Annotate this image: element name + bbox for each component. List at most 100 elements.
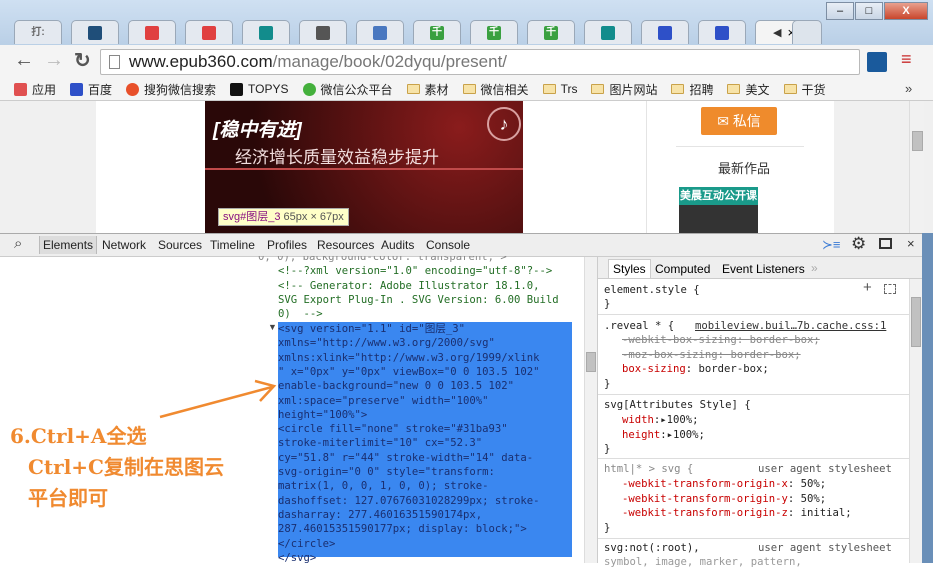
css-property[interactable]: width:▸100%; [622,413,699,428]
reveal-rule-source-link[interactable]: mobileview.buil…7b.cache.css:1 [695,319,886,334]
tab-timeline[interactable]: Timeline [210,238,255,252]
bookmark-3[interactable]: TOPYS [230,82,289,96]
element-state-icon[interactable] [884,284,896,294]
browser-tab[interactable]: 千 [470,20,518,44]
tab-resources[interactable]: Resources [317,238,374,252]
dom-selected-line[interactable]: enable-background="new 0 0 103.5 102" [278,379,514,393]
close-devtools-icon[interactable]: × [907,236,915,251]
page-scrollbar[interactable] [909,101,924,233]
bookmark-0[interactable]: 应用 [14,81,56,98]
dom-selected-line[interactable]: xmlns="http://www.w3.org/2000/svg" [278,336,495,350]
styles-pane: Styles Computed Event Listeners » elemen… [598,257,922,568]
element-style-rule[interactable]: element.style { [604,283,700,298]
browser-tab[interactable] [128,20,176,44]
address-bar[interactable]: www.epub360.com/manage/book/02dyqu/prese… [100,49,860,75]
close-window-button[interactable]: X [884,2,928,20]
tab-elements[interactable]: Elements [39,236,98,254]
private-message-button[interactable]: ✉ 私信 [701,107,777,135]
browser-tab[interactable] [185,20,233,44]
bookmark-2[interactable]: 搜狗微信搜索 [126,81,216,98]
browser-tab[interactable] [584,20,632,44]
reload-icon[interactable]: ↻ [74,48,91,73]
tab-sources[interactable]: Sources [158,238,202,252]
qian-icon: 千 [544,25,558,40]
css-property-name: -webkit-transform-origin-y [622,492,788,505]
dom-selected-line[interactable]: stroke-miterlimit="10" cx="52.3" [278,436,482,450]
dock-icon[interactable] [879,238,892,249]
dom-selected-line[interactable]: dasharray: 277.46016351590174px, [278,508,482,522]
gear-icon[interactable]: ⚙ [851,234,866,254]
browser-tab[interactable]: 打: [14,20,62,44]
svg-not-root-selector-cont: symbol, image, marker, pattern, [604,556,802,568]
dom-selected-line[interactable]: xmlns:xlink="http://www.w3.org/1999/xlin… [278,351,540,365]
css-property[interactable]: -webkit-transform-origin-y: 50%; [622,492,826,507]
search-icon[interactable]: ⌕ [14,235,22,252]
bing-icon [601,25,615,40]
bookmark-10[interactable]: 美文 [727,81,770,98]
tab-strip: 打:千千千◀× – □ X [0,0,933,46]
css-property[interactable]: -webkit-transform-origin-z: initial; [622,506,852,521]
bookmark-label: 微信公众平台 [320,82,393,97]
tab-network[interactable]: Network [102,238,146,252]
extension-icon[interactable] [867,52,887,72]
maximize-button[interactable]: □ [855,2,883,20]
dom-selected-line[interactable]: xml:space="preserve" width="100%" [278,394,488,408]
dom-selected-line[interactable]: matrix(1, 0, 0, 1, 0, 0); stroke- [278,479,488,493]
forward-icon[interactable]: → [44,49,64,72]
tab-styles[interactable]: Styles [608,259,651,278]
browser-tab[interactable] [71,20,119,44]
tab-computed[interactable]: Computed [655,262,710,276]
menu-icon[interactable]: ≡ [901,49,912,70]
tab-audits[interactable]: Audits [381,238,414,252]
dom-selected-line[interactable]: <svg version="1.1" id="图层_3" [278,322,465,336]
dom-selected-line[interactable]: </circle> [278,537,335,551]
css-property[interactable]: -webkit-transform-origin-x: 50%; [622,477,826,492]
expand-triangle-icon[interactable]: ▼ [268,322,277,332]
reveal-rule-selector[interactable]: .reveal * { [604,319,674,334]
css-property[interactable]: height:▸100%; [622,428,705,443]
bookmark-1[interactable]: 百度 [70,81,112,98]
elements-scrollbar[interactable] [584,257,597,563]
minimize-button[interactable]: – [826,2,854,20]
browser-tab[interactable] [356,20,404,44]
css-property[interactable]: -moz-box-sizing: border-box; [622,348,801,363]
browser-tab[interactable] [299,20,347,44]
browser-tab[interactable]: 千 [413,20,461,44]
rule-close: } [604,522,611,534]
bookmark-7[interactable]: Trs [542,82,577,96]
work-thumbnail[interactable]: 美晨互动公开课 [679,187,758,233]
console-drawer-icon[interactable]: ≻≡ [822,237,840,253]
bookmark-label: 素材 [424,82,449,97]
new-tab-button[interactable] [792,20,822,44]
tab-event-listeners[interactable]: Event Listeners [722,262,805,276]
browser-tab[interactable] [698,20,746,44]
browser-tab[interactable] [641,20,689,44]
music-icon[interactable]: ♪ [487,107,521,141]
add-rule-icon[interactable]: + [863,279,872,296]
dom-selected-line[interactable]: height="100%"> [278,408,367,422]
bookmark-11[interactable]: 干货 [783,81,826,98]
dom-selected-line[interactable]: cy="51.8" r="44" stroke-width="14" data- [278,451,533,465]
bookmark-4[interactable]: 微信公众平台 [302,81,393,98]
dom-selected-line[interactable]: 287.46015351590177px; display: block;"> [278,522,527,536]
bookmark-5[interactable]: 素材 [406,81,449,98]
dom-selected-line[interactable]: dashoffset: 127.07676031028299px; stroke… [278,494,540,508]
browser-tab[interactable] [242,20,290,44]
bookmark-9[interactable]: 招聘 [671,81,713,98]
css-property[interactable]: box-sizing: border-box; [622,362,769,377]
dom-selected-line[interactable]: <circle fill="none" stroke="#31ba93" [278,422,508,436]
bookmark-6[interactable]: 微信相关 [462,81,529,98]
more-bookmarks-button[interactable]: » [905,81,912,96]
tab-profiles[interactable]: Profiles [267,238,307,252]
tab-console[interactable]: Console [426,238,470,252]
bookmark-label: 招聘 [689,82,714,97]
dom-selected-line[interactable]: svg-origin="0 0" style="transform: [278,465,495,479]
more-tabs-icon[interactable]: » [811,261,818,275]
browser-tab[interactable]: 千 [527,20,575,44]
dom-selected-line[interactable]: " x="0px" y="0px" viewBox="0 0 103.5 102… [278,365,540,379]
styles-scrollbar[interactable] [909,279,922,563]
css-property[interactable]: -webkit-box-sizing: border-box; [622,333,820,348]
back-icon[interactable]: ← [14,49,34,72]
bookmark-label: 百度 [88,82,113,97]
bookmark-8[interactable]: 图片网站 [591,81,657,98]
